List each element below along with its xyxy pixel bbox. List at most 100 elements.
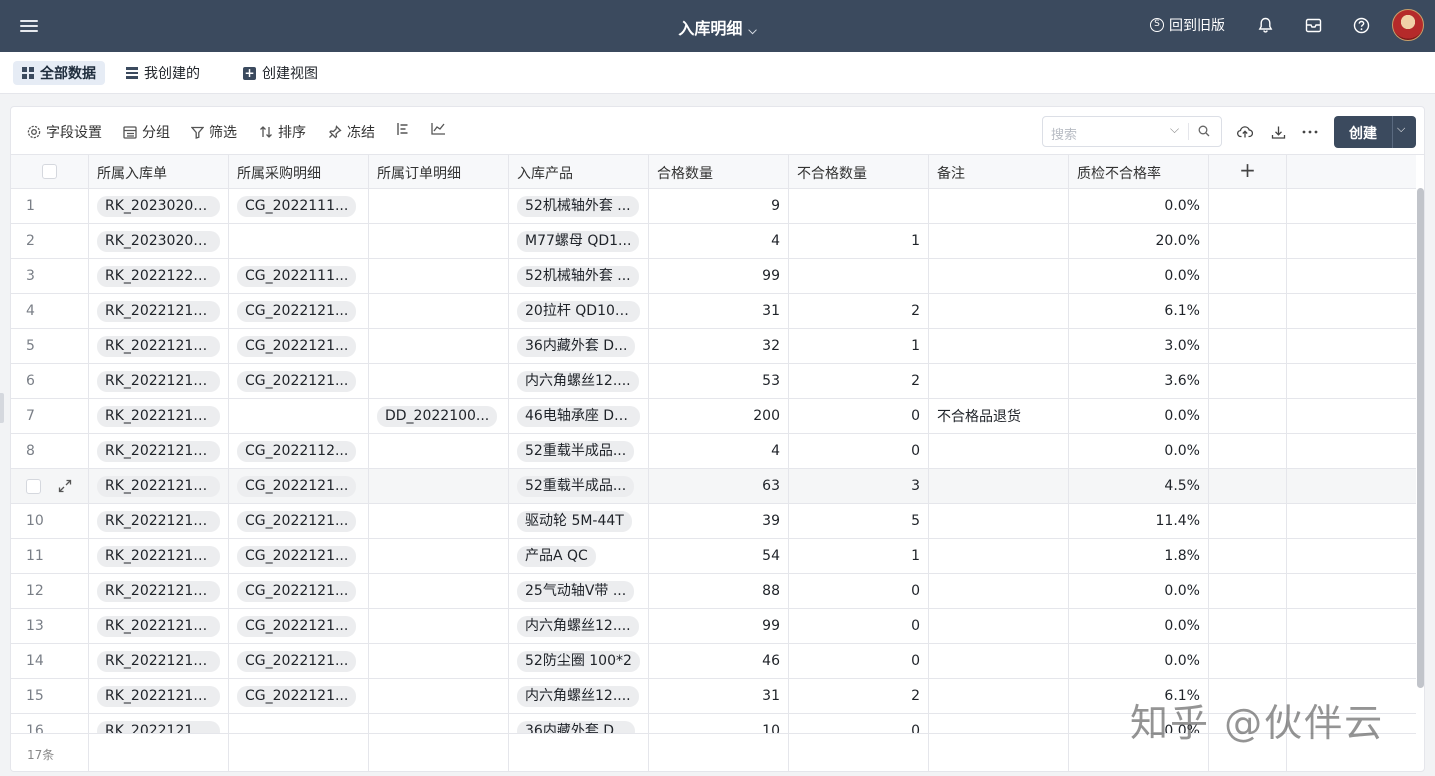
link-tag[interactable]: RK_20221226... (97, 265, 220, 287)
cell-rk[interactable]: RK_20221214... (89, 574, 229, 608)
cell-product[interactable]: 内六角螺丝12.... (509, 364, 649, 398)
cell-dd[interactable] (369, 679, 509, 713)
group-button[interactable]: 分组 (123, 122, 170, 142)
cell-rk[interactable]: RK_20221214... (89, 609, 229, 643)
cell-dd[interactable] (369, 259, 509, 293)
cell-rate[interactable]: 11.4% (1069, 504, 1209, 538)
cell-product[interactable]: 驱动轮 5M-44T (509, 504, 649, 538)
cell-rate[interactable]: 6.1% (1069, 294, 1209, 328)
add-column-plus-icon[interactable]: + (1209, 155, 1287, 188)
cell-qualified[interactable]: 88 (649, 574, 789, 608)
table-row[interactable]: 10 RK_20221214... CG_2022121... 驱动轮 5M-44T 3… (11, 504, 1416, 539)
search-icon[interactable] (1198, 125, 1210, 137)
cell-product[interactable]: 46电轴承座 DE... (509, 399, 649, 433)
cell-rk[interactable]: RK_20221214... (89, 504, 229, 538)
column-header-note[interactable]: 备注 (929, 155, 1069, 188)
cell-note[interactable] (929, 679, 1069, 713)
cell-rk[interactable]: RK_20221218... (89, 329, 229, 363)
cell-product[interactable]: 内六角螺丝12.... (509, 609, 649, 643)
cell-unqualified[interactable]: 5 (789, 504, 929, 538)
table-row[interactable]: RK_20221214... CG_2022121... 52重载半成品... 63 3… (11, 469, 1416, 504)
cell-dd[interactable] (369, 294, 509, 328)
chevron-down-icon[interactable]: ⌵ (1170, 122, 1179, 137)
cell-unqualified[interactable]: 0 (789, 609, 929, 643)
row-index[interactable]: 3 (11, 259, 89, 293)
cell-rate[interactable]: 0.0% (1069, 399, 1209, 433)
row-index[interactable]: 6 (11, 364, 89, 398)
cell-rk[interactable]: RK_20221214... (89, 294, 229, 328)
cell-cg[interactable]: CG_2022121... (229, 294, 369, 328)
table-row[interactable]: 14 RK_20221214... CG_2022121... 52防尘圈 100*2… (11, 644, 1416, 679)
download-icon[interactable] (1269, 123, 1287, 141)
tab-created-by-me[interactable]: 我创建的 (117, 61, 209, 85)
link-tag[interactable]: CG_2022121... (237, 475, 357, 497)
row-index[interactable]: 14 (11, 644, 89, 678)
vertical-scrollbar[interactable] (1417, 188, 1424, 688)
cell-dd[interactable] (369, 434, 509, 468)
link-tag[interactable]: RK_20221214... (97, 580, 220, 602)
help-icon[interactable] (1352, 16, 1370, 34)
link-tag[interactable]: CG_2022112... (237, 440, 357, 462)
cell-note[interactable] (929, 574, 1069, 608)
cell-rate[interactable]: 1.8% (1069, 539, 1209, 573)
cell-product[interactable]: 36内藏外套 D... (509, 329, 649, 363)
link-tag[interactable]: RK_20221214... (97, 475, 220, 497)
link-tag[interactable]: RK_20221218... (97, 370, 220, 392)
cell-product[interactable]: 内六角螺丝12.... (509, 679, 649, 713)
link-tag[interactable]: RK_20221214... (97, 650, 220, 672)
link-tag[interactable]: 52重载半成品... (517, 440, 635, 462)
cell-unqualified[interactable]: 0 (789, 644, 929, 678)
link-tag[interactable]: 52机械轴外套 ... (517, 265, 639, 287)
column-header-qualified[interactable]: 合格数量 (649, 155, 789, 188)
cell-unqualified[interactable]: 0 (789, 399, 929, 433)
cell-unqualified[interactable]: 3 (789, 469, 929, 503)
link-tag[interactable]: 产品A QC (517, 545, 596, 567)
link-tag[interactable]: CG_2022121... (237, 545, 357, 567)
cell-rk[interactable]: RK_20221226... (89, 259, 229, 293)
cell-cg[interactable]: CG_2022121... (229, 609, 369, 643)
cell-qualified[interactable]: 54 (649, 539, 789, 573)
cell-product[interactable]: M77螺母 QD1... (509, 224, 649, 258)
cell-product[interactable]: 产品A QC (509, 539, 649, 573)
link-tag[interactable]: RK_20221214... (97, 440, 220, 462)
create-button[interactable]: 创建 ⌵ (1334, 116, 1416, 148)
cell-product[interactable]: 52防尘圈 100*2 (509, 644, 649, 678)
link-tag[interactable]: CG_2022121... (237, 370, 357, 392)
select-all-checkbox[interactable] (42, 164, 57, 179)
field-settings-button[interactable]: 字段设置 (27, 122, 102, 142)
search-box[interactable]: 搜索 ⌵ (1042, 116, 1222, 147)
row-checkbox[interactable] (26, 478, 41, 494)
cell-cg[interactable]: CG_2022112... (229, 434, 369, 468)
cell-rate[interactable]: 0.0% (1069, 644, 1209, 678)
freeze-button[interactable]: 冻结 (328, 122, 375, 142)
cell-rk[interactable]: RK_20221214... (89, 644, 229, 678)
cell-qualified[interactable]: 200 (649, 399, 789, 433)
cell-cg[interactable]: CG_2022121... (229, 364, 369, 398)
cell-dd[interactable] (369, 224, 509, 258)
cell-cg[interactable]: CG_2022121... (229, 679, 369, 713)
cell-qualified[interactable]: 9 (649, 189, 789, 223)
row-index[interactable]: 2 (11, 224, 89, 258)
cell-note[interactable] (929, 294, 1069, 328)
link-tag[interactable]: RK_20221214... (97, 685, 220, 707)
cell-unqualified[interactable]: 2 (789, 364, 929, 398)
cell-cg[interactable]: CG_2022121... (229, 644, 369, 678)
cell-rate[interactable]: 20.0% (1069, 224, 1209, 258)
cell-dd[interactable] (369, 539, 509, 573)
cell-rk[interactable]: RK_20230207... (89, 189, 229, 223)
more-icon[interactable] (1301, 123, 1319, 141)
cell-cg[interactable]: CG_2022121... (229, 504, 369, 538)
table-row[interactable]: 7 RK_20221218... DD_2022100... 46电轴承座 DE...… (11, 399, 1416, 434)
link-tag[interactable]: 内六角螺丝12.... (517, 370, 639, 392)
link-tag[interactable]: DD_2022100... (377, 405, 498, 427)
row-index[interactable]: 1 (11, 189, 89, 223)
cell-rk[interactable]: RK_20221214... (89, 679, 229, 713)
link-tag[interactable]: 52防尘圈 100*2 (517, 650, 640, 672)
chart-button[interactable] (431, 122, 446, 135)
cell-note[interactable] (929, 539, 1069, 573)
cell-dd[interactable] (369, 364, 509, 398)
sort-button[interactable]: 排序 (259, 122, 306, 142)
cell-unqualified[interactable]: 2 (789, 679, 929, 713)
cell-product[interactable]: 25气动轴V带 ... (509, 574, 649, 608)
cell-dd[interactable] (369, 609, 509, 643)
